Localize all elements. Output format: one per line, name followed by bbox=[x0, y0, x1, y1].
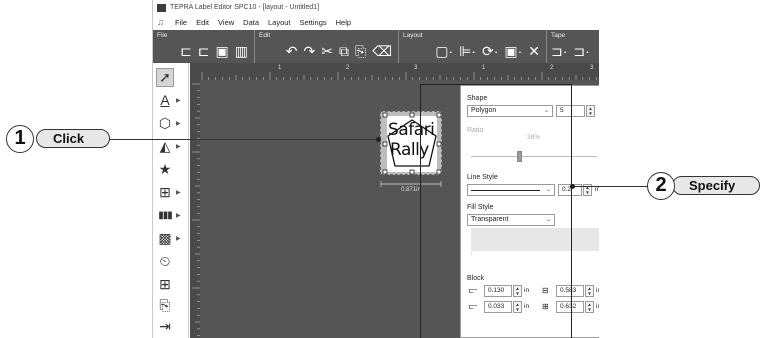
panel-highlight-frame bbox=[420, 84, 572, 338]
image-icon: ◭ bbox=[159, 137, 171, 154]
ribbon-layout-icons: ▢· ⊫· ⟳· ▣· ✕ bbox=[399, 42, 546, 60]
block-height-spinner[interactable]: ▲ ▼ bbox=[585, 301, 594, 313]
ruler-ticks bbox=[201, 72, 597, 80]
ribbon-section-label: File bbox=[157, 32, 168, 39]
qr-code-icon: ▩ bbox=[158, 229, 172, 246]
callout-1-number: 1 bbox=[6, 125, 34, 153]
window-title: TEPRA Label Editor SPC10 - [layout - Unt… bbox=[170, 4, 320, 11]
tape-feed-icon[interactable]: ⊐· bbox=[551, 42, 567, 60]
ruler-number: 2 bbox=[550, 65, 554, 71]
submenu-arrow-icon: ▶ bbox=[176, 212, 181, 219]
tool-frame[interactable]: ⊞ ▶ bbox=[156, 182, 186, 202]
tool-import[interactable]: ⇥ bbox=[156, 316, 186, 336]
menu-data[interactable]: Data bbox=[243, 18, 259, 27]
rotate-icon[interactable]: ⟳· bbox=[482, 42, 498, 60]
flip-icon[interactable]: ✕ bbox=[528, 42, 540, 60]
tool-table[interactable]: ⊞ bbox=[156, 274, 186, 294]
line-width-unit: in bbox=[595, 186, 599, 193]
ribbon-section-label: Edit bbox=[259, 32, 271, 39]
callout-2-leader-line bbox=[573, 186, 649, 187]
save-icon[interactable]: ▣ bbox=[216, 42, 229, 60]
frame-icon[interactable]: ▢· bbox=[435, 42, 453, 60]
ribbon-tape-icons: ⊐· ⊐· bbox=[547, 42, 599, 60]
tool-barcode[interactable]: ▮▮▮ ▶ bbox=[156, 205, 186, 225]
ribbon-edit-section: Edit ↶ ↷ ✂ ⧉ ⎘ ⌫ bbox=[255, 30, 399, 63]
ribbon-edit-icons: ↶ ↷ ✂ ⧉ ⎘ ⌫ bbox=[255, 42, 398, 60]
submenu-arrow-icon: ▶ bbox=[176, 189, 181, 196]
block-width-spinner[interactable]: ▲ ▼ bbox=[585, 285, 594, 297]
menu-layout[interactable]: Layout bbox=[268, 18, 291, 27]
bell-icon[interactable]: ♫ bbox=[157, 17, 169, 28]
ribbon: File ⊏ ⊏ ▣ ▥ Edit ↶ ↷ ✂ ⧉ ⎘ ⌫ Layout ▢· bbox=[153, 30, 599, 63]
align-icon[interactable]: ⊫· bbox=[459, 42, 476, 60]
menu-view[interactable]: View bbox=[218, 18, 234, 27]
select-arrow-icon: ➚ bbox=[156, 67, 174, 87]
ribbon-file-section: File ⊏ ⊏ ▣ ▥ bbox=[153, 30, 255, 63]
vertical-ruler bbox=[190, 80, 200, 338]
callout-1-dot bbox=[376, 137, 381, 142]
ruler-ticks bbox=[192, 83, 200, 336]
submenu-arrow-icon: ▶ bbox=[176, 97, 181, 104]
arrange-icon[interactable]: ▣· bbox=[504, 42, 522, 60]
import-icon: ⇥ bbox=[159, 317, 171, 334]
callout-2-label: Specify bbox=[672, 176, 760, 195]
tool-serial[interactable]: ⎘ bbox=[156, 295, 186, 315]
copy-icon[interactable]: ⧉ bbox=[339, 42, 349, 60]
date-time-icon: ⏲ bbox=[159, 252, 171, 269]
tool-shape[interactable]: ⬡ ▶ bbox=[156, 113, 186, 133]
ruler-number: 3 bbox=[590, 65, 594, 71]
tool-select[interactable]: ➚ bbox=[156, 67, 186, 87]
ruler-number: 3 bbox=[414, 65, 418, 71]
symbol-icon: ★ bbox=[158, 160, 172, 177]
tape-cut-icon[interactable]: ⊐· bbox=[573, 42, 589, 60]
tool-text[interactable]: A ▶ bbox=[156, 90, 186, 110]
menu-settings[interactable]: Settings bbox=[300, 18, 327, 27]
tool-symbol[interactable]: ★ bbox=[156, 159, 186, 179]
frame-tool-icon: ⊞ bbox=[159, 183, 171, 200]
title-bar: TEPRA Label Editor SPC10 - [layout - Unt… bbox=[153, 0, 599, 15]
horizontal-ruler: 1 2 3 1 2 3 bbox=[190, 63, 599, 80]
ruler-number: 2 bbox=[346, 65, 350, 71]
submenu-arrow-icon: ▶ bbox=[176, 235, 181, 242]
redo-icon[interactable]: ↷ bbox=[304, 42, 316, 60]
block-height-unit: in bbox=[596, 303, 599, 310]
cut-icon[interactable]: ✂ bbox=[321, 42, 333, 60]
serial-number-icon: ⎘ bbox=[159, 296, 171, 313]
submenu-arrow-icon: ▶ bbox=[176, 143, 181, 150]
callout-1-label: Click bbox=[36, 129, 110, 148]
ribbon-file-icons: ⊏ ⊏ ▣ ▥ bbox=[153, 42, 254, 60]
ruler-number: 1 bbox=[278, 65, 282, 71]
text-icon: A bbox=[160, 92, 170, 108]
menu-bar: ♫ File Edit View Data Layout Settings He… bbox=[153, 15, 599, 30]
menu-help[interactable]: Help bbox=[336, 18, 351, 27]
ribbon-section-label: Tape bbox=[551, 32, 566, 39]
ribbon-layout-section: Layout ▢· ⊫· ⟳· ▣· ✕ bbox=[399, 30, 547, 63]
new-label-icon[interactable]: ⊏ bbox=[180, 42, 192, 60]
submenu-arrow-icon: ▶ bbox=[176, 120, 181, 127]
delete-icon[interactable]: ⌫ bbox=[372, 42, 392, 60]
paste-icon[interactable]: ⎘ bbox=[355, 42, 366, 60]
ruler-number: 1 bbox=[482, 65, 486, 71]
shape-icon: ⬡ bbox=[158, 114, 172, 131]
book-icon[interactable]: ▥ bbox=[235, 42, 248, 60]
menu-edit[interactable]: Edit bbox=[196, 18, 209, 27]
tool-date-time[interactable]: ⏲ bbox=[156, 251, 186, 271]
open-icon[interactable]: ⊏ bbox=[198, 42, 210, 60]
menu-file[interactable]: File bbox=[175, 18, 187, 27]
undo-icon[interactable]: ↶ bbox=[286, 42, 298, 60]
tool-bar: ➚ A ▶ ⬡ ▶ ◭ ▶ ★ ⊞ ▶ ▮▮▮ ▶ ▩ ▶ ⏲ ⊞ ⎘ ⇥ bbox=[153, 63, 189, 338]
sides-spinner[interactable]: ▲ ▼ bbox=[586, 105, 595, 117]
tool-qr[interactable]: ▩ ▶ bbox=[156, 228, 186, 248]
ribbon-tape-section: Tape ⊐· ⊐· bbox=[547, 30, 599, 63]
barcode-icon: ▮▮▮ bbox=[158, 209, 173, 221]
ribbon-section-label: Layout bbox=[403, 32, 423, 39]
callout-2-dot bbox=[570, 184, 575, 189]
callout-2-number: 2 bbox=[647, 172, 675, 200]
block-width-unit: in bbox=[596, 287, 599, 294]
app-icon bbox=[157, 3, 166, 12]
table-icon: ⊞ bbox=[159, 275, 171, 292]
